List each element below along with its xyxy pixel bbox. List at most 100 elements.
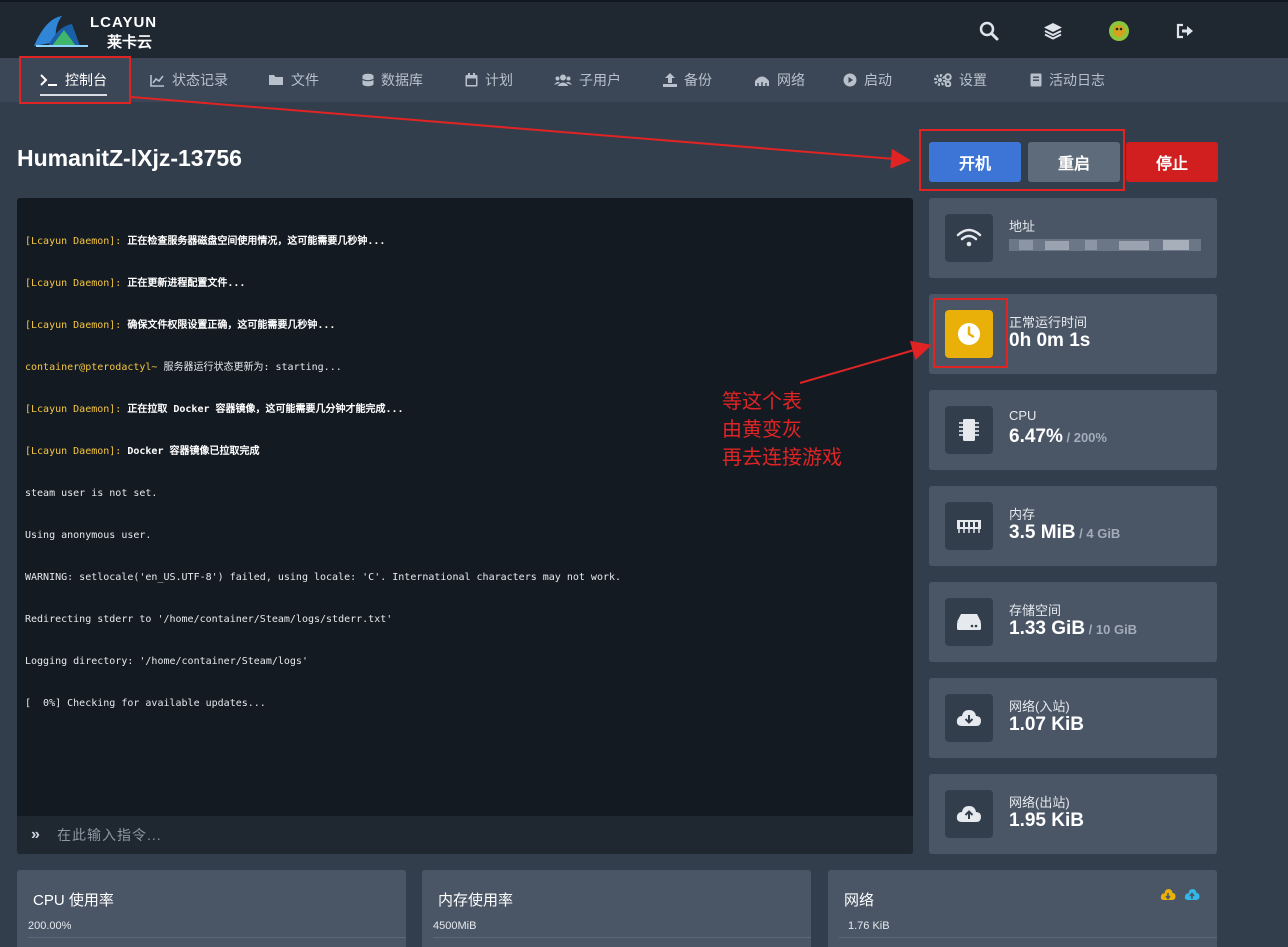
chart-network: 网络 1.76 KiB bbox=[828, 870, 1217, 947]
tab-schedule[interactable]: 计划 bbox=[465, 58, 513, 102]
chart-title: CPU 使用率 bbox=[33, 892, 114, 909]
tab-label: 文件 bbox=[291, 72, 319, 88]
tab-label: 活动日志 bbox=[1049, 72, 1105, 88]
server-name: HumanitZ-lXjz-13756 bbox=[17, 145, 242, 171]
stat-value: 3.5 MiB / 4 GiB bbox=[1009, 522, 1121, 543]
stat-label: 内存 bbox=[1009, 507, 1036, 522]
tab-label: 设置 bbox=[959, 72, 987, 88]
console-line: steam user is not set. bbox=[25, 488, 158, 499]
stat-value: 6.47% / 200% bbox=[1009, 426, 1107, 447]
stat-value: 1.95 KiB bbox=[1009, 810, 1084, 831]
command-input[interactable] bbox=[57, 827, 857, 843]
console-line: Logging directory: '/home/container/Stea… bbox=[25, 656, 308, 667]
chart-top-tick: 200.00% bbox=[28, 920, 72, 932]
stat-value: 1.33 GiB / 10 GiB bbox=[1009, 618, 1138, 639]
tab-label: 子用户 bbox=[579, 72, 621, 88]
database-icon bbox=[362, 73, 374, 87]
stat-address: 地址 bbox=[929, 198, 1217, 278]
stat-memory: 内存 3.5 MiB / 4 GiB bbox=[929, 486, 1217, 566]
prompt-chevron-icon: » bbox=[31, 826, 40, 843]
start-button[interactable]: 开机 bbox=[929, 142, 1021, 182]
upload-icon bbox=[663, 73, 677, 87]
tab-label: 状态记录 bbox=[172, 72, 228, 88]
tab-activity-log[interactable]: 活动日志 bbox=[1030, 58, 1105, 102]
chart-top-tick: 1.76 KiB bbox=[848, 920, 890, 932]
console-output: [Lcayun Daemon]: 正在检查服务器磁盘空间使用情况，这可能需要几秒… bbox=[25, 207, 905, 739]
terminal-icon bbox=[40, 73, 58, 87]
chart-icon bbox=[150, 74, 165, 87]
console-line: [Lcayun Daemon]: 确保文件权限设置正确，这可能需要几秒钟... bbox=[25, 320, 336, 331]
stop-button[interactable]: 停止 bbox=[1126, 142, 1218, 182]
chart-gridline bbox=[433, 937, 811, 938]
annotation-note: 等这个表 由黄变灰 再去连接游戏 bbox=[722, 391, 842, 469]
cloud-upload-icon bbox=[945, 790, 993, 838]
tab-status-log[interactable]: 状态记录 bbox=[150, 58, 228, 102]
stat-uptime: 正常运行时间 0h 0m 1s bbox=[929, 294, 1217, 374]
hdd-icon bbox=[945, 598, 993, 646]
stat-label: 网络(入站) bbox=[1009, 699, 1070, 714]
cloud-upload-icon bbox=[1184, 888, 1200, 907]
console-line: container@pterodactyl~ 服务器运行状态更新为: start… bbox=[25, 362, 342, 373]
console-line: Using anonymous user. bbox=[25, 530, 152, 541]
console-line: [Lcayun Daemon]: 正在检查服务器磁盘空间使用情况，这可能需要几秒… bbox=[25, 236, 386, 247]
calendar-icon bbox=[465, 73, 478, 87]
stat-label: 正常运行时间 bbox=[1009, 315, 1088, 330]
console-line: [ 0%] Checking for available updates... bbox=[25, 698, 266, 709]
chart-gridline bbox=[839, 937, 1217, 938]
redacted-address bbox=[1009, 239, 1201, 251]
stat-storage: 存储空间 1.33 GiB / 10 GiB bbox=[929, 582, 1217, 662]
stat-network-out: 网络(出站) 1.95 KiB bbox=[929, 774, 1217, 854]
play-icon bbox=[843, 73, 857, 87]
stat-value: 1.07 KiB bbox=[1009, 714, 1084, 735]
restart-button[interactable]: 重启 bbox=[1028, 142, 1120, 182]
chart-memory-usage: 内存使用率 4500MiB bbox=[422, 870, 811, 947]
top-bar: LCAYUN 莱卡云 bbox=[0, 0, 1288, 58]
stat-label: 网络(出站) bbox=[1009, 795, 1070, 810]
network-icon bbox=[754, 74, 770, 86]
chart-top-tick: 4500MiB bbox=[433, 920, 477, 932]
tab-files[interactable]: 文件 bbox=[268, 58, 319, 102]
server-nav: 控制台 状态记录 文件 数据库 计划 子用户 备份 网络 启动 设置 活动日志 bbox=[0, 58, 1288, 102]
users-icon bbox=[554, 74, 572, 86]
tab-label: 数据库 bbox=[381, 72, 423, 88]
search-icon[interactable] bbox=[978, 20, 1000, 42]
logo-mark-icon bbox=[34, 16, 88, 47]
logout-icon[interactable] bbox=[1174, 20, 1196, 42]
stat-label: CPU bbox=[1009, 408, 1037, 423]
tab-backup[interactable]: 备份 bbox=[663, 58, 712, 102]
cloud-download-icon bbox=[1160, 888, 1176, 907]
tab-database[interactable]: 数据库 bbox=[362, 58, 423, 102]
stat-label: 地址 bbox=[1009, 219, 1036, 234]
console-line: WARNING: setlocale('en_US.UTF-8') failed… bbox=[25, 572, 622, 583]
tab-startup[interactable]: 启动 bbox=[843, 58, 892, 102]
tab-subusers[interactable]: 子用户 bbox=[554, 58, 621, 102]
tab-console[interactable]: 控制台 bbox=[40, 58, 107, 102]
memory-icon bbox=[945, 502, 993, 550]
stat-network-in: 网络(入站) 1.07 KiB bbox=[929, 678, 1217, 758]
chart-title: 内存使用率 bbox=[438, 892, 514, 909]
chart-cpu-usage: CPU 使用率 200.00% bbox=[17, 870, 406, 947]
console-line: [Lcayun Daemon]: 正在更新进程配置文件... bbox=[25, 278, 246, 289]
brand-logo[interactable]: LCAYUN 莱卡云 bbox=[32, 12, 172, 52]
tab-label: 计划 bbox=[485, 72, 513, 88]
folder-icon bbox=[268, 74, 284, 86]
brand-name: LCAYUN bbox=[90, 14, 158, 31]
cpu-icon bbox=[945, 406, 993, 454]
clock-icon bbox=[945, 310, 993, 358]
brand-sub: 莱卡云 bbox=[107, 34, 153, 51]
console-panel: [Lcayun Daemon]: 正在检查服务器磁盘空间使用情况，这可能需要几秒… bbox=[17, 198, 913, 854]
layers-icon[interactable] bbox=[1042, 20, 1064, 42]
stat-label: 存储空间 bbox=[1009, 603, 1062, 618]
user-avatar-icon[interactable] bbox=[1108, 20, 1130, 42]
tab-label: 网络 bbox=[777, 72, 805, 88]
cogs-icon bbox=[934, 73, 952, 87]
tab-label: 控制台 bbox=[65, 72, 107, 88]
tab-settings[interactable]: 设置 bbox=[934, 58, 987, 102]
tab-network[interactable]: 网络 bbox=[754, 58, 805, 102]
tab-label: 启动 bbox=[864, 72, 892, 88]
stat-value: 0h 0m 1s bbox=[1009, 330, 1091, 351]
wifi-icon bbox=[945, 214, 993, 262]
console-input-bar: » bbox=[17, 816, 913, 854]
tab-label: 备份 bbox=[684, 72, 712, 88]
chart-gridline bbox=[28, 937, 406, 938]
